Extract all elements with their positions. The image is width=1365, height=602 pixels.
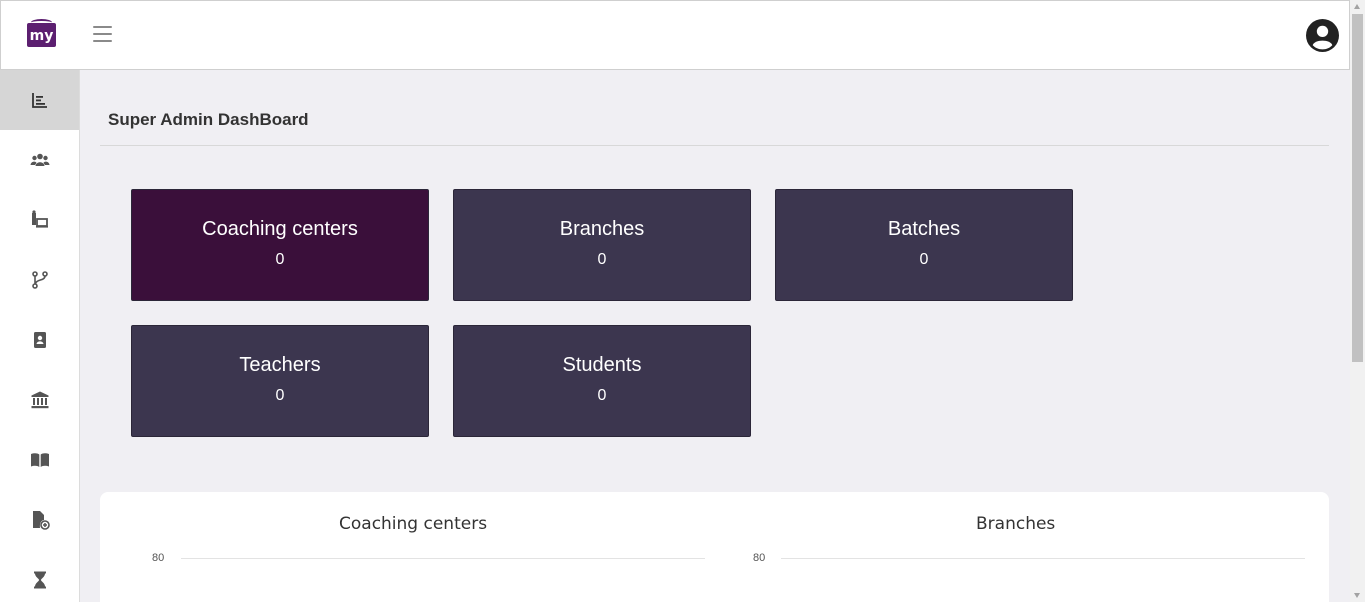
title-divider xyxy=(100,145,1329,146)
user-circle-icon[interactable] xyxy=(1306,19,1339,52)
scroll-down-arrow-icon[interactable] xyxy=(1354,593,1360,598)
card-branches[interactable]: Branches 0 xyxy=(453,189,751,301)
sidebar-item-contacts[interactable] xyxy=(0,310,79,370)
card-label: Branches xyxy=(559,218,645,240)
users-icon xyxy=(30,153,49,166)
sidebar-item-users[interactable] xyxy=(0,130,79,190)
file-add-icon xyxy=(32,511,50,530)
card-value: 0 xyxy=(597,387,607,404)
institution-icon xyxy=(31,391,48,409)
sidebar-item-timer[interactable] xyxy=(0,550,79,602)
vertical-scrollbar[interactable] xyxy=(1350,0,1365,602)
scrollbar-thumb[interactable] xyxy=(1352,14,1363,362)
chart-title-branches: Branches xyxy=(976,514,1056,534)
card-value: 0 xyxy=(919,251,929,268)
scroll-up-arrow-icon[interactable] xyxy=(1354,4,1360,9)
chart-title-coaching-centers: Coaching centers xyxy=(339,514,488,534)
card-teachers[interactable]: Teachers 0 xyxy=(131,325,429,437)
card-value: 0 xyxy=(275,387,285,404)
sidebar-item-courses[interactable] xyxy=(0,430,79,490)
card-label: Students xyxy=(562,354,642,376)
sidebar-item-branches[interactable] xyxy=(0,250,79,310)
top-bar: my xyxy=(0,0,1350,70)
open-book-icon xyxy=(30,453,49,467)
contact-book-icon xyxy=(33,332,46,348)
sidebar-item-add-file[interactable] xyxy=(0,490,79,550)
card-coaching-centers[interactable]: Coaching centers 0 xyxy=(131,189,429,301)
chart-gridline xyxy=(781,558,1305,559)
card-label: Coaching centers xyxy=(202,218,358,240)
chart-y-tick-label: 80 xyxy=(152,552,165,564)
card-label: Teachers xyxy=(239,354,321,376)
hamburger-icon[interactable] xyxy=(93,26,112,43)
card-students[interactable]: Students 0 xyxy=(453,325,751,437)
hourglass-icon xyxy=(33,571,46,589)
sidebar-item-dashboard[interactable] xyxy=(0,70,79,130)
page-title: Super Admin DashBoard xyxy=(108,110,309,129)
chart-gridline xyxy=(181,558,705,559)
charts-panel: Coaching centers 80 Branches 80 xyxy=(100,492,1329,602)
chart-bar-icon xyxy=(31,93,47,108)
branch-icon xyxy=(31,271,48,289)
app-logo[interactable]: my xyxy=(27,19,56,47)
sidebar xyxy=(0,70,80,602)
sidebar-item-institutions[interactable] xyxy=(0,370,79,430)
card-batches[interactable]: Batches 0 xyxy=(775,189,1073,301)
sidebar-item-classrooms[interactable] xyxy=(0,190,79,250)
card-value: 0 xyxy=(597,251,607,268)
card-value: 0 xyxy=(275,251,285,268)
classroom-icon xyxy=(31,210,48,228)
chart-y-tick-label: 80 xyxy=(753,552,766,564)
card-label: Batches xyxy=(887,218,961,240)
